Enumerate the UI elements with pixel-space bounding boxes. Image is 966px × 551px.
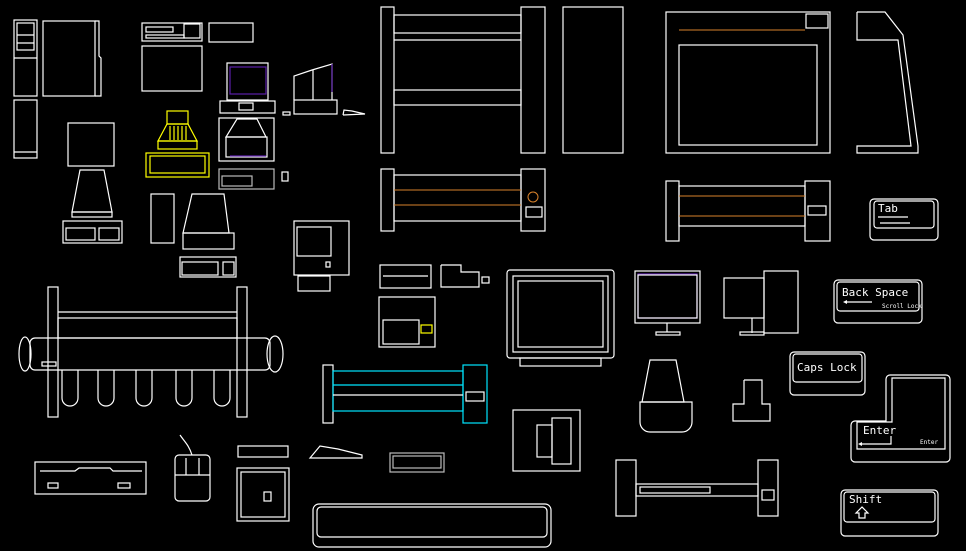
- shift-key: Shift: [840, 489, 939, 537]
- crt-monitor-front: [506, 269, 615, 367]
- tower-side-view: [42, 20, 102, 97]
- plotter-front-wide: [665, 180, 831, 242]
- drive-and-pad: [236, 445, 445, 522]
- desktop-pc-with-monitor: [219, 62, 291, 116]
- enter-key: Enter Enter: [850, 374, 951, 463]
- desktop-case-front: [141, 22, 254, 92]
- compact-mac: [293, 220, 350, 292]
- mouse: [174, 434, 211, 502]
- cyan-plotter: [322, 364, 488, 424]
- monitor-side-view: [293, 63, 366, 116]
- scroll-lock-label: Scroll Lock: [882, 303, 922, 310]
- plotter-stand-open: [665, 11, 831, 154]
- monitor-on-stand: [62, 122, 123, 244]
- arrow-left-icon: [843, 300, 847, 304]
- tab-key: Tab: [869, 198, 939, 241]
- backspace-key-label: Back Space: [842, 286, 908, 299]
- plotter-front: [380, 168, 546, 232]
- arrow-return-icon: [858, 442, 862, 446]
- caps-lock-key: Caps Lock: [789, 351, 866, 396]
- disk-drives: [378, 264, 490, 348]
- spacebar-key: [312, 503, 552, 548]
- tab-key-label: Tab: [878, 202, 898, 215]
- shift-arrow-icon: [854, 506, 870, 519]
- plotter-side-stand: [856, 11, 919, 154]
- tower-computer: [13, 19, 38, 159]
- shift-key-label: Shift: [849, 493, 882, 506]
- lcd-monitor: [634, 270, 701, 336]
- monitor-back-view: [218, 117, 289, 190]
- backspace-key: Back Space Scroll Lock: [833, 279, 923, 324]
- large-format-plotter: [18, 286, 284, 418]
- floppy-drive: [34, 461, 147, 495]
- plotter-rail: [615, 459, 779, 517]
- cad-drawing-canvas: Tab Back Space Scroll Lock Caps Lock Ent…: [13, 6, 951, 548]
- scanner: [639, 359, 771, 433]
- workstation-monitor: [723, 270, 799, 336]
- printer-side: [512, 409, 581, 472]
- terminal-front: [150, 193, 237, 278]
- plotter-side-panel: [562, 6, 624, 154]
- yellow-terminal: [145, 110, 210, 178]
- caps-lock-key-label: Caps Lock: [797, 361, 857, 374]
- enter-key-label: Enter: [863, 424, 896, 437]
- enter-key-small-label: Enter: [920, 439, 938, 446]
- plotter-stand-front: [380, 6, 546, 154]
